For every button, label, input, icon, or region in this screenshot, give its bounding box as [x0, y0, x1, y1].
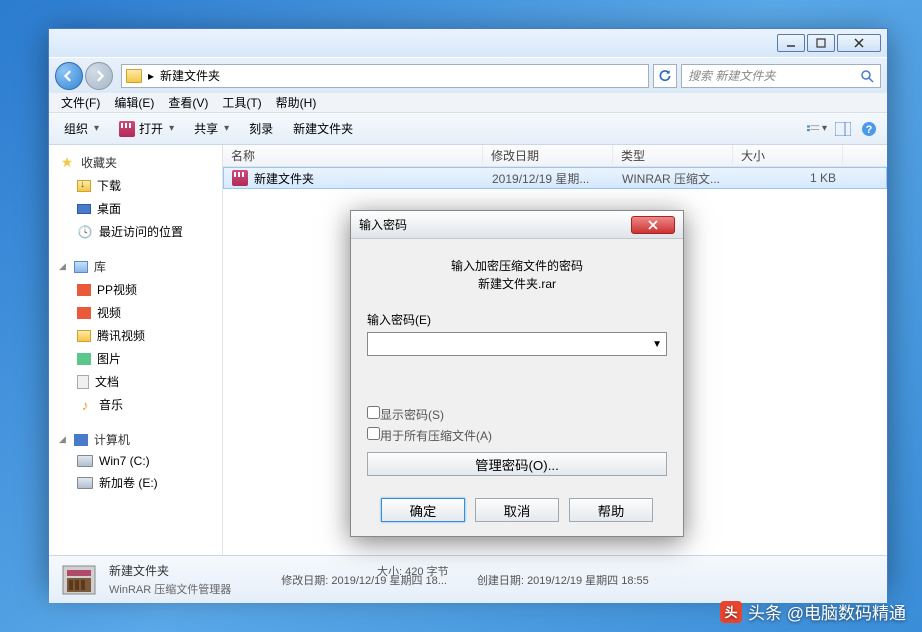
search-placeholder: 搜索 新建文件夹	[688, 67, 854, 84]
file-row-selected[interactable]: 新建文件夹 2019/12/19 星期... WINRAR 压缩文... 1 K…	[223, 167, 887, 189]
menu-file[interactable]: 文件(F)	[55, 92, 106, 113]
col-type[interactable]: 类型	[613, 145, 733, 166]
password-label: 输入密码(E)	[367, 311, 667, 328]
refresh-button[interactable]	[653, 64, 677, 88]
password-input[interactable]: ▼	[367, 332, 667, 356]
recent-icon: 🕓	[77, 224, 93, 240]
dialog-message-2: 新建文件夹.rar	[367, 275, 667, 293]
drive-icon	[77, 477, 93, 489]
col-date[interactable]: 修改日期	[483, 145, 613, 166]
picture-icon	[77, 353, 91, 365]
maximize-button[interactable]	[807, 34, 835, 52]
sidebar-item-downloads[interactable]: 下载	[49, 174, 222, 197]
sidebar-item-music[interactable]: ♪音乐	[49, 393, 222, 416]
download-icon	[77, 180, 91, 192]
status-bar: 新建文件夹 WinRAR 压缩文件管理器 修改日期: 2019/12/19 星期…	[49, 555, 887, 603]
libraries-header[interactable]: ◢库	[49, 255, 222, 278]
video-icon	[77, 284, 91, 296]
status-title: 新建文件夹	[109, 562, 231, 579]
address-bar: ▸ 新建文件夹 搜索 新建文件夹	[49, 57, 887, 93]
music-icon: ♪	[77, 397, 93, 413]
open-button[interactable]: 打开▾	[112, 117, 181, 140]
folder-icon	[126, 69, 142, 83]
breadcrumb-folder[interactable]: 新建文件夹	[160, 67, 220, 84]
search-input[interactable]: 搜索 新建文件夹	[681, 64, 881, 88]
sidebar-item-documents[interactable]: 文档	[49, 370, 222, 393]
dialog-message-1: 输入加密压缩文件的密码	[367, 257, 667, 275]
back-button[interactable]	[55, 62, 83, 90]
collapse-icon: ◢	[59, 434, 66, 445]
ok-button[interactable]: 确定	[381, 498, 465, 522]
breadcrumb[interactable]: ▸ 新建文件夹	[121, 64, 649, 88]
favorites-header[interactable]: ★收藏夹	[49, 151, 222, 174]
menu-view[interactable]: 查看(V)	[162, 92, 214, 113]
sidebar-item-video[interactable]: 视频	[49, 301, 222, 324]
search-icon	[860, 69, 874, 83]
breadcrumb-sep: ▸	[148, 69, 154, 83]
sidebar-item-ppvideo[interactable]: PP视频	[49, 278, 222, 301]
share-button[interactable]: 共享▾	[187, 117, 236, 140]
column-headers: 名称 修改日期 类型 大小	[223, 145, 887, 167]
chevron-down-icon: ▾	[169, 123, 174, 134]
drive-icon	[77, 455, 93, 467]
new-folder-button[interactable]: 新建文件夹	[286, 117, 360, 140]
help-button[interactable]: 帮助	[569, 498, 653, 522]
file-type: WINRAR 压缩文...	[614, 170, 734, 187]
col-size[interactable]: 大小	[733, 145, 843, 166]
file-name: 新建文件夹	[254, 170, 314, 187]
menu-help[interactable]: 帮助(H)	[270, 92, 323, 113]
sidebar-item-recent[interactable]: 🕓最近访问的位置	[49, 220, 222, 243]
menu-bar: 文件(F) 编辑(E) 查看(V) 工具(T) 帮助(H)	[49, 93, 887, 113]
col-name[interactable]: 名称	[223, 145, 483, 166]
dialog-title: 输入密码	[359, 216, 631, 233]
help-button[interactable]: ?	[859, 121, 879, 137]
winrar-icon	[232, 170, 248, 186]
sidebar-item-drive-c[interactable]: Win7 (C:)	[49, 451, 222, 471]
sidebar-item-desktop[interactable]: 桌面	[49, 197, 222, 220]
view-options-button[interactable]: ▾	[807, 121, 827, 137]
collapse-icon: ◢	[59, 261, 66, 272]
sidebar-item-pictures[interactable]: 图片	[49, 347, 222, 370]
file-date: 2019/12/19 星期...	[484, 170, 614, 187]
close-button[interactable]	[837, 34, 881, 52]
menu-edit[interactable]: 编辑(E)	[108, 92, 160, 113]
burn-button[interactable]: 刻录	[242, 117, 280, 140]
forward-button[interactable]	[85, 62, 113, 90]
all-files-checkbox[interactable]: 用于所有压缩文件(A)	[367, 427, 667, 444]
folder-icon	[77, 330, 91, 342]
chevron-down-icon: ▾	[94, 123, 99, 134]
star-icon: ★	[59, 155, 75, 171]
manage-passwords-button[interactable]: 管理密码(O)...	[367, 452, 667, 476]
show-password-checkbox[interactable]: 显示密码(S)	[367, 406, 667, 423]
computer-icon	[74, 434, 88, 446]
watermark: 头 头条 @电脑数码精通	[720, 599, 906, 624]
chevron-down-icon: ▾	[224, 123, 229, 134]
document-icon	[77, 375, 89, 389]
library-icon	[74, 261, 88, 273]
password-dialog: 输入密码 输入加密压缩文件的密码 新建文件夹.rar 输入密码(E) ▼ 显示密…	[350, 210, 684, 537]
navigation-sidebar: ★收藏夹 下载 桌面 🕓最近访问的位置 ◢库 PP视频 视频 腾讯视频 图片 文…	[49, 145, 223, 555]
dialog-titlebar: 输入密码	[351, 211, 683, 239]
status-subtitle: WinRAR 压缩文件管理器	[109, 581, 231, 597]
window-titlebar	[49, 29, 887, 57]
winrar-icon	[119, 121, 135, 137]
svg-text:?: ?	[866, 124, 873, 136]
computer-header[interactable]: ◢计算机	[49, 428, 222, 451]
winrar-large-icon	[59, 560, 99, 600]
toutiao-logo-icon: 头	[720, 601, 742, 623]
desktop-icon	[77, 204, 91, 214]
organize-button[interactable]: 组织▾	[57, 117, 106, 140]
sidebar-item-drive-e[interactable]: 新加卷 (E:)	[49, 471, 222, 494]
minimize-button[interactable]	[777, 34, 805, 52]
file-size: 1 KB	[734, 171, 844, 185]
video-icon	[77, 307, 91, 319]
dropdown-icon[interactable]: ▼	[652, 339, 662, 350]
dialog-close-button[interactable]	[631, 216, 675, 234]
sidebar-item-tencent[interactable]: 腾讯视频	[49, 324, 222, 347]
cancel-button[interactable]: 取消	[475, 498, 559, 522]
menu-tools[interactable]: 工具(T)	[216, 92, 267, 113]
preview-pane-button[interactable]	[833, 121, 853, 137]
toolbar: 组织▾ 打开▾ 共享▾ 刻录 新建文件夹 ▾ ?	[49, 113, 887, 145]
